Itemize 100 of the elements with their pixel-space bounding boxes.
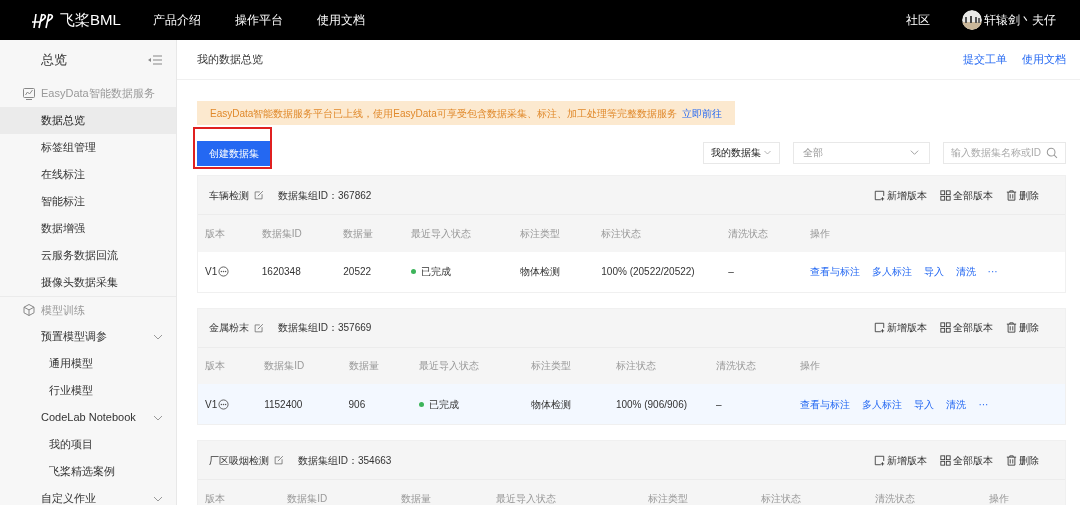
- sidebar-section: 模型训练: [41, 301, 85, 319]
- sidebar-item[interactable]: 飞桨精选案例: [0, 458, 176, 485]
- column-header: 清洗状态: [875, 479, 990, 505]
- edit-icon: [274, 455, 284, 465]
- header-link[interactable]: 提交工单: [963, 51, 1007, 68]
- group-id: 数据集组ID：367862: [278, 188, 372, 203]
- card-action[interactable]: 新增版本: [874, 452, 927, 468]
- card-action[interactable]: 新增版本: [874, 187, 927, 203]
- sidebar-item[interactable]: 在线标注: [0, 161, 176, 188]
- edit-button[interactable]: [274, 455, 284, 465]
- nav-link[interactable]: 社区: [906, 11, 930, 29]
- card-action[interactable]: 删除: [1006, 452, 1039, 468]
- nav-link[interactable]: 产品介绍: [153, 11, 201, 29]
- header-link[interactable]: 使用文档: [1022, 51, 1066, 68]
- table-cell: 906: [348, 398, 366, 410]
- sidebar-item[interactable]: 云服务数据回流: [0, 242, 176, 269]
- row-action-link[interactable]: 清洗: [955, 264, 976, 279]
- grid-icon: [940, 322, 951, 333]
- sidebar-item[interactable]: 标签组管理: [0, 134, 176, 161]
- column-header: 标注状态: [601, 214, 729, 252]
- column-header: 操作: [989, 479, 1065, 505]
- card-action[interactable]: 全部版本: [940, 320, 993, 335]
- grid-icon: [940, 189, 951, 201]
- page-title: 我的数据总览: [197, 52, 263, 68]
- edit-button[interactable]: [254, 322, 264, 333]
- column-header: 数据集ID: [264, 347, 349, 384]
- add-file-icon: [874, 322, 885, 333]
- table-cell-text: 已完成: [428, 397, 459, 412]
- column-header: 最近导入状态: [411, 214, 520, 252]
- cube-icon: [22, 303, 36, 317]
- row-action-link[interactable]: 查看与标注: [800, 396, 851, 412]
- row-action-link[interactable]: ···: [987, 264, 998, 279]
- sidebar-item[interactable]: 我的项目: [0, 431, 176, 458]
- trash-icon: [1006, 454, 1017, 466]
- sidebar-item[interactable]: 数据增强: [0, 215, 176, 242]
- column-header: 操作: [800, 347, 1065, 384]
- table-cell: 20522: [343, 266, 372, 277]
- column-header: 最近导入状态: [495, 479, 648, 505]
- nav-link[interactable]: 操作平台: [235, 11, 283, 29]
- row-action-link[interactable]: ···: [978, 396, 989, 412]
- column-header: 清洗状态: [728, 214, 810, 252]
- card-action[interactable]: 新增版本: [874, 320, 927, 335]
- column-header: 版本: [198, 479, 288, 505]
- sidebar-item[interactable]: CodeLab Notebook: [0, 404, 176, 431]
- collapse-button[interactable]: [147, 54, 163, 66]
- column-header: 数据量: [401, 479, 496, 505]
- column-header: 版本: [198, 347, 265, 384]
- monitor-chart-icon: [22, 86, 36, 101]
- row-action-link[interactable]: 清洗: [946, 396, 967, 412]
- column-header: 标注类型: [531, 347, 616, 384]
- table-cell-text: V1: [205, 265, 218, 279]
- column-header: 标注状态: [761, 479, 876, 505]
- grid-icon: [940, 454, 951, 466]
- table-cell: 100% (906/906): [615, 398, 688, 410]
- trash-icon: [1006, 189, 1017, 201]
- column-header: 数据量: [348, 347, 419, 384]
- version-menu-button[interactable]: [218, 266, 230, 277]
- card-action[interactable]: 删除: [1006, 187, 1039, 203]
- add-file-icon: [874, 454, 885, 466]
- card-action[interactable]: 全部版本: [940, 452, 993, 468]
- row-action-link[interactable]: 多人标注: [871, 264, 912, 279]
- table-cell: –: [728, 266, 734, 277]
- chevron-down-icon: [909, 147, 920, 158]
- group-id: 数据集组ID：357669: [278, 321, 372, 335]
- column-header: 版本: [198, 214, 262, 252]
- more-circle-icon: [218, 398, 230, 410]
- card-action[interactable]: 全部版本: [940, 187, 993, 203]
- trash-icon: [1006, 322, 1017, 333]
- sidebar-item[interactable]: 数据总览: [0, 107, 176, 134]
- group-id: 数据集组ID：354663: [298, 453, 392, 468]
- notice-link[interactable]: 立即前往: [681, 105, 722, 121]
- sidebar-item[interactable]: 预置模型调参: [0, 323, 176, 350]
- column-header: 标注状态: [615, 347, 716, 384]
- row-action-link[interactable]: 导入: [914, 396, 935, 412]
- sidebar-item[interactable]: 通用模型: [0, 350, 176, 377]
- dataset-name: 厂区吸烟检测: [209, 453, 269, 468]
- row-action-link[interactable]: 多人标注: [862, 396, 903, 412]
- version-menu-button[interactable]: [218, 398, 230, 410]
- search-field[interactable]: 输入数据集名称或ID: [943, 141, 1066, 164]
- edit-button[interactable]: [254, 190, 264, 200]
- sidebar-item[interactable]: 摄像头数据采集: [0, 269, 176, 296]
- table-cell-text: 已完成: [421, 265, 452, 279]
- card-action[interactable]: 删除: [1006, 320, 1039, 335]
- nav-link[interactable]: 使用文档: [317, 11, 365, 29]
- table-cell: 100% (20522/20522): [601, 266, 695, 277]
- row-action-link[interactable]: 导入: [923, 264, 944, 279]
- user-name[interactable]: 轩辕剑丶夫仔: [984, 11, 1056, 29]
- column-header: 数据量: [343, 214, 412, 252]
- row-action-link[interactable]: 查看与标注: [809, 264, 860, 279]
- column-header: 标注类型: [519, 214, 602, 252]
- scope-select[interactable]: 我的数据集: [703, 141, 780, 164]
- edit-icon: [254, 322, 264, 333]
- search-icon: [1046, 146, 1058, 159]
- sidebar-item[interactable]: 智能标注: [0, 188, 176, 215]
- sidebar-item[interactable]: 自定义作业: [0, 485, 176, 505]
- sidebar-section: EasyData智能数据服务: [41, 85, 155, 102]
- sidebar-item[interactable]: 行业模型: [0, 377, 176, 404]
- chevron-down-icon: [763, 148, 772, 157]
- table-cell: 物体检测: [531, 398, 572, 410]
- create-dataset-button[interactable]: 创建数据集: [197, 140, 270, 166]
